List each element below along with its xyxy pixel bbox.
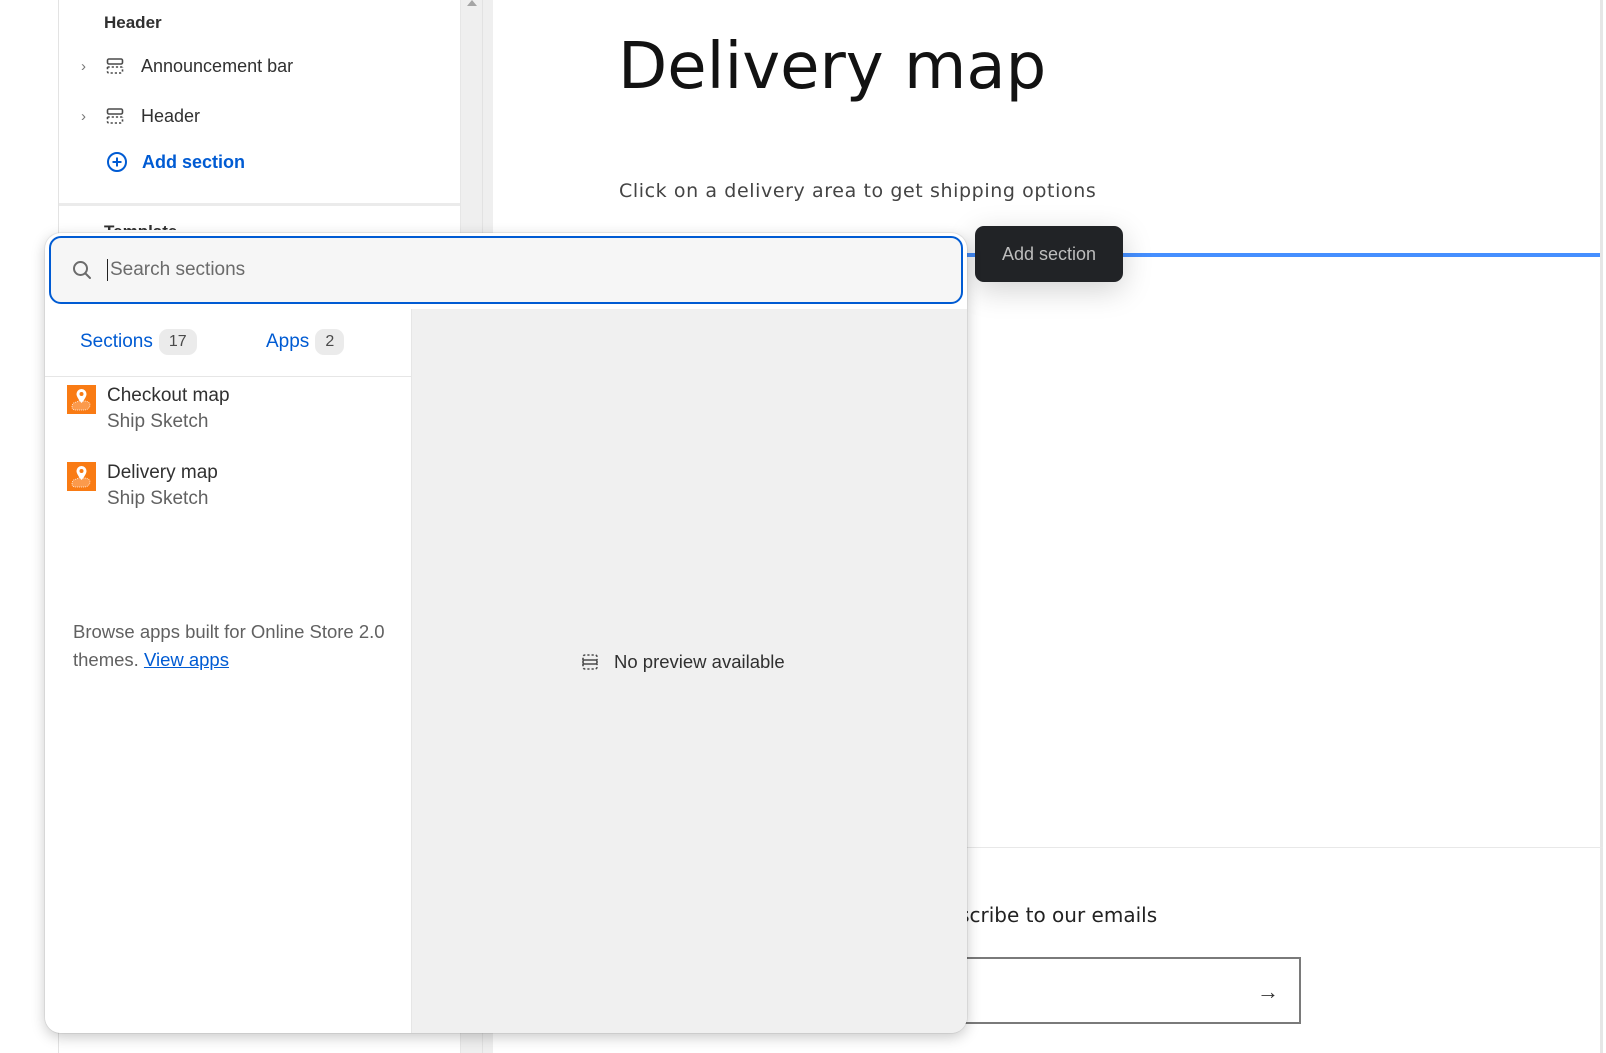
chevron-right-icon[interactable]: › (81, 108, 95, 125)
count-badge: 2 (315, 329, 345, 355)
tab-label: Sections (80, 331, 153, 352)
browse-apps-text: Browse apps built for Online Store 2.0 t… (73, 618, 393, 674)
sidebar-divider (59, 203, 461, 206)
sidebar-group-title: Header (104, 13, 162, 32)
chevron-right-icon[interactable]: › (81, 58, 95, 75)
section-icon (582, 654, 598, 670)
result-item-delivery-map[interactable]: Delivery map Ship Sketch (67, 461, 218, 513)
picker-tabs: Sections 17 Apps 2 (45, 309, 411, 377)
result-item-checkout-map[interactable]: Checkout map Ship Sketch (67, 384, 230, 436)
no-preview-message: No preview available (580, 651, 785, 673)
sidebar-item-announcement-bar[interactable]: › Announcement bar (81, 51, 293, 81)
page-title: Delivery map (618, 30, 1047, 104)
search-icon (73, 261, 91, 279)
section-icon (106, 58, 124, 74)
search-field[interactable] (49, 236, 963, 304)
result-subtitle: Ship Sketch (107, 488, 209, 509)
sidebar-item-label: Announcement bar (141, 55, 294, 76)
search-input[interactable] (107, 259, 887, 281)
page-subtitle: Click on a delivery area to get shipping… (619, 180, 1097, 202)
tab-apps[interactable]: Apps 2 (266, 329, 345, 355)
tab-sections[interactable]: Sections 17 (80, 329, 197, 355)
view-apps-link[interactable]: View apps (144, 649, 229, 670)
result-title: Checkout map (107, 385, 230, 406)
result-title: Delivery map (107, 462, 218, 483)
count-badge: 17 (158, 329, 197, 355)
sidebar-item-header[interactable]: › Header (81, 101, 200, 131)
section-icon (106, 108, 124, 124)
plus-circle-icon (107, 152, 127, 172)
add-section-label: Add section (142, 151, 246, 172)
no-preview-label: No preview available (614, 651, 785, 672)
ship-sketch-app-icon (67, 462, 96, 491)
section-picker-popover: Sections 17 Apps 2 Checkout map Ship Ske… (45, 233, 967, 1033)
sidebar-group-title: Template (104, 222, 177, 230)
preview-pane: No preview available (411, 309, 967, 1033)
arrow-right-icon[interactable]: → (1257, 979, 1279, 1005)
add-section-button[interactable]: Add section (106, 151, 245, 173)
ship-sketch-app-icon (67, 385, 96, 414)
scroll-up-arrow-icon[interactable] (467, 0, 477, 6)
result-subtitle: Ship Sketch (107, 411, 209, 432)
results-pane: Sections 17 Apps 2 Checkout map Ship Ske… (45, 309, 411, 1033)
sidebar-item-label: Header (141, 105, 201, 126)
tab-label: Apps (266, 331, 310, 352)
add-section-tooltip: Add section (975, 226, 1123, 282)
